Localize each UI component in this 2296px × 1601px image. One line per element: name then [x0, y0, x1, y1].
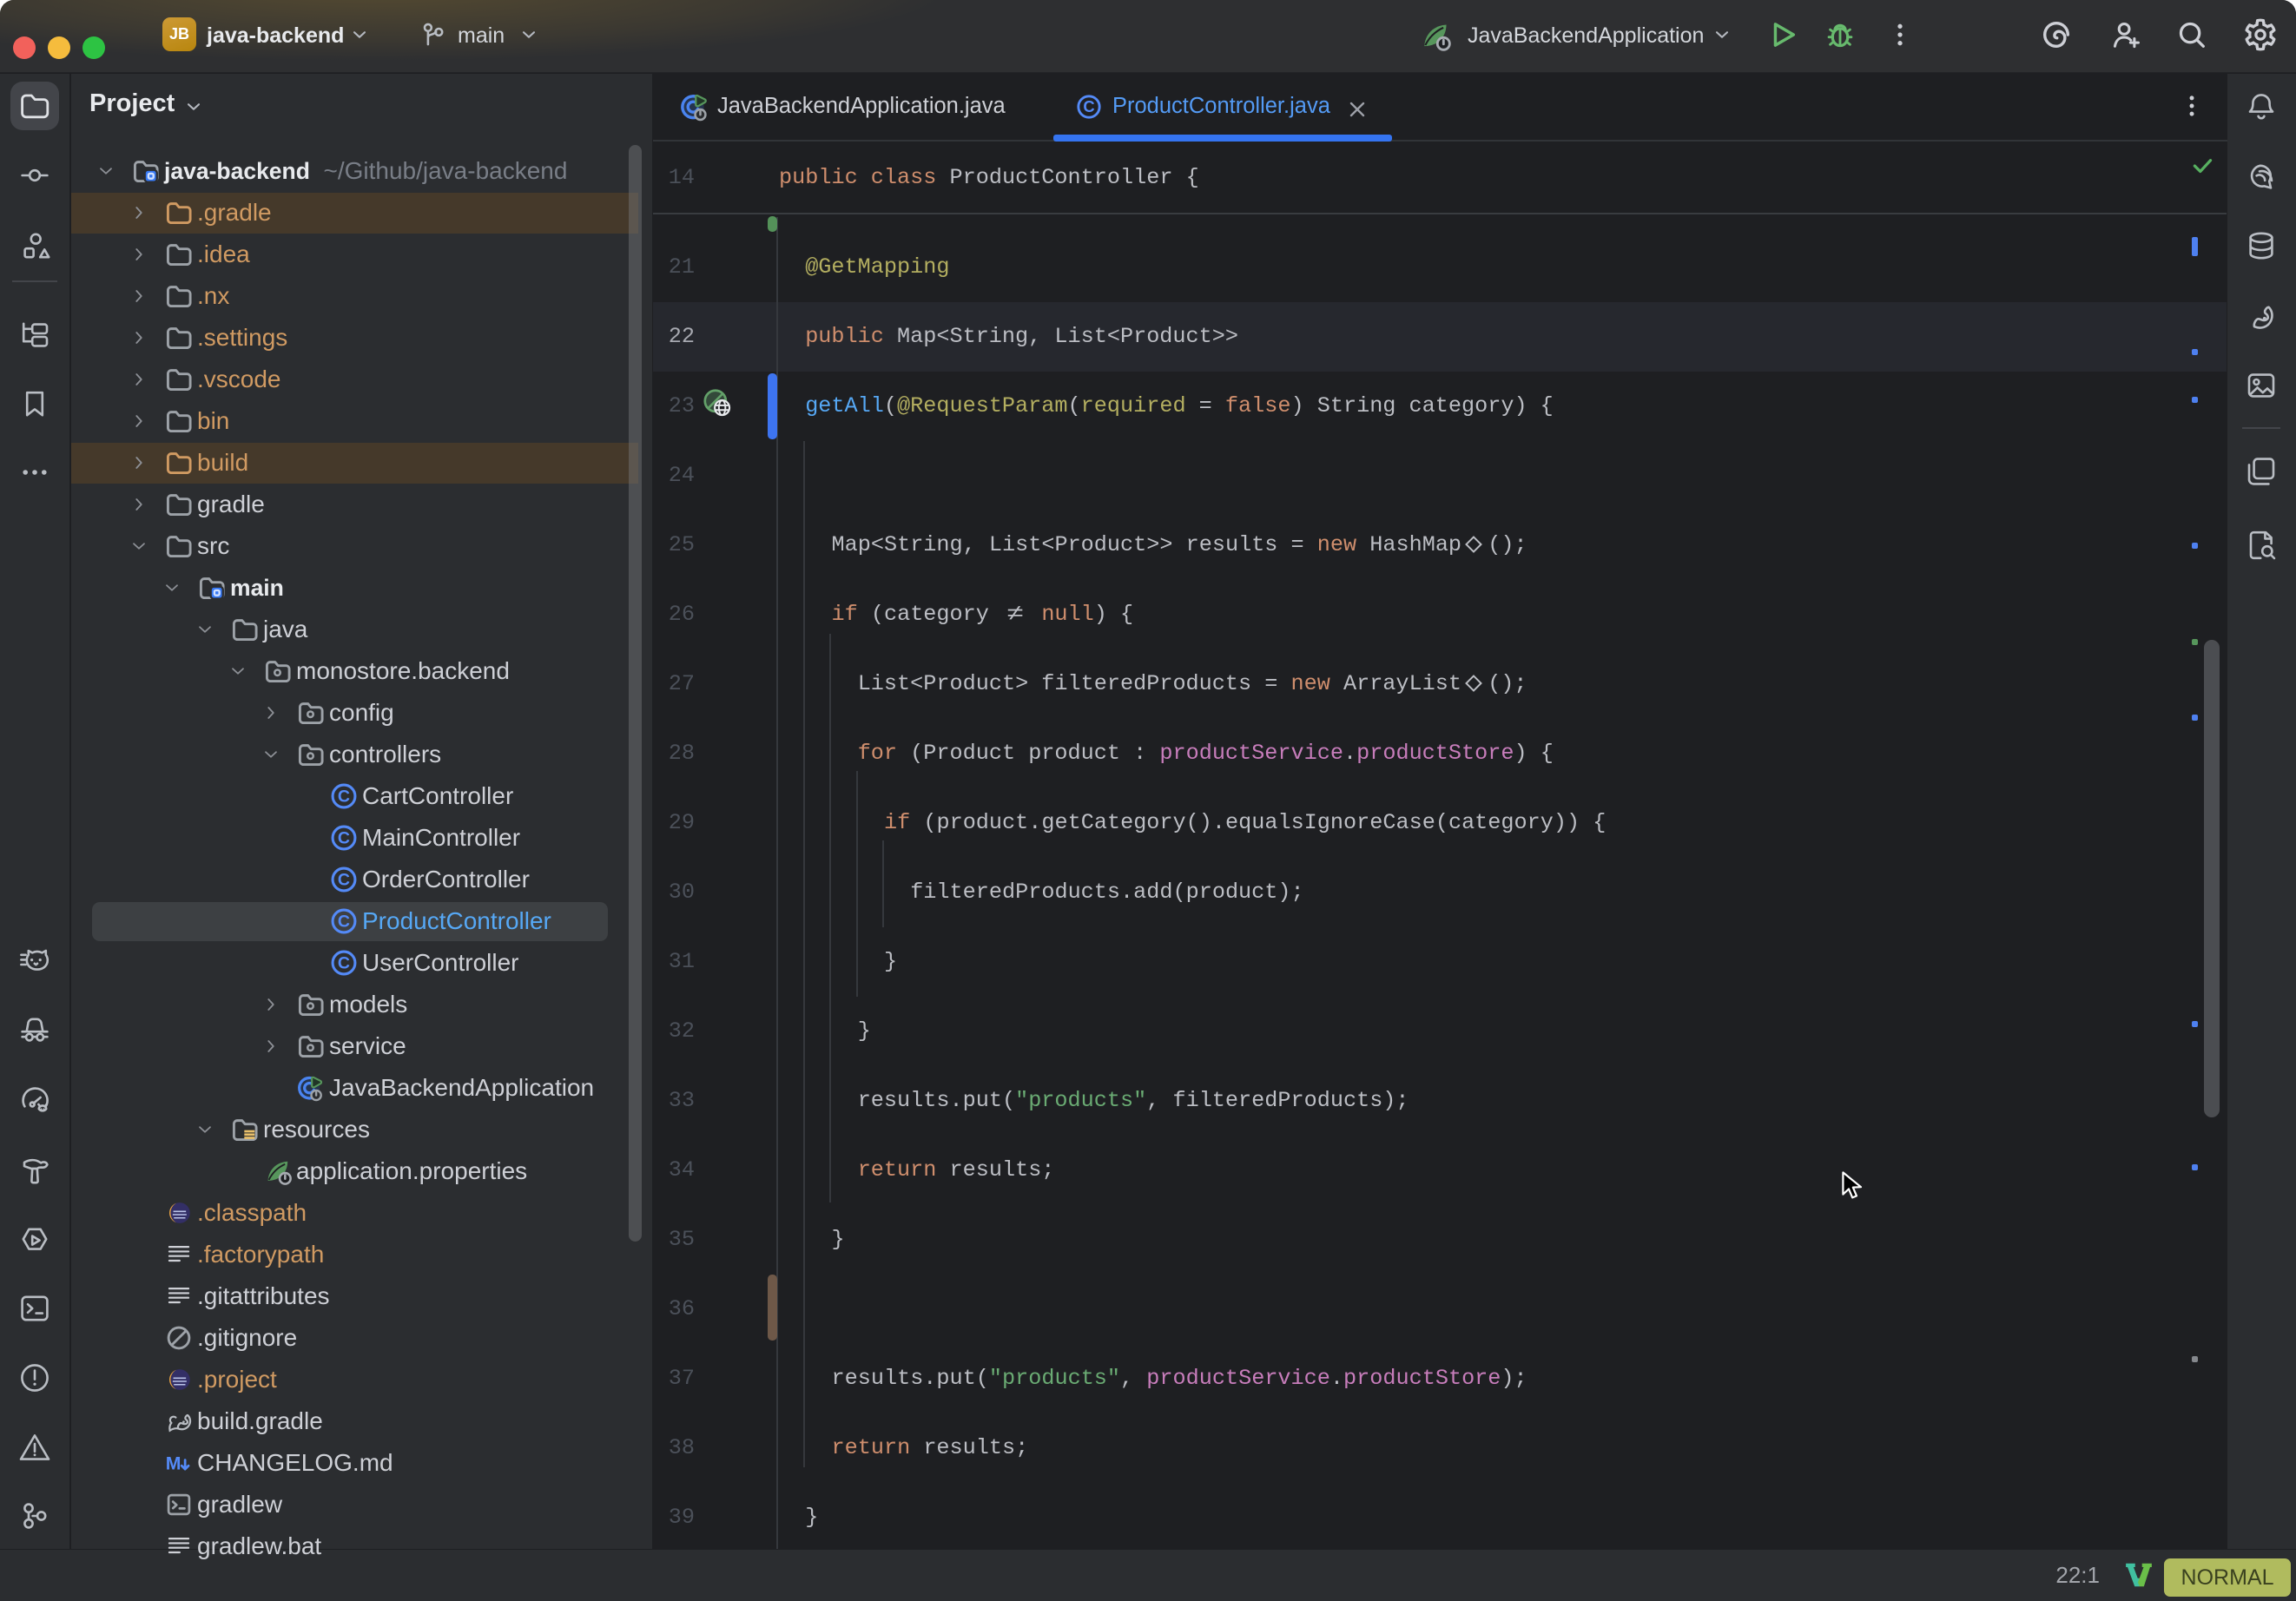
- svg-text:C: C: [338, 787, 350, 807]
- svg-text:C: C: [338, 871, 350, 890]
- svg-text:C: C: [338, 954, 350, 973]
- svg-text:C: C: [1083, 97, 1094, 115]
- svg-text:C: C: [338, 829, 350, 848]
- svg-text:C: C: [338, 913, 350, 932]
- svg-text:M: M: [166, 1453, 181, 1474]
